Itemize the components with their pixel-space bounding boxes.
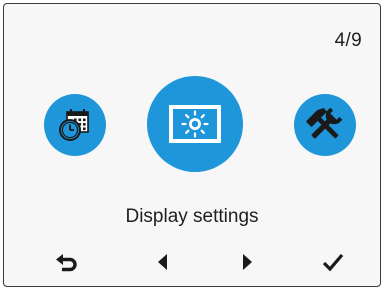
next-triangle-icon xyxy=(243,254,252,270)
clock-calendar-icon xyxy=(59,109,89,141)
selected-menu-label: Display settings xyxy=(125,206,259,227)
next-button[interactable] xyxy=(229,248,265,276)
checkmark-icon xyxy=(322,253,344,272)
menu-item-service[interactable] xyxy=(294,94,356,156)
confirm-button[interactable] xyxy=(315,248,351,276)
display-brightness-icon xyxy=(169,105,221,143)
menu-item-display-settings[interactable] xyxy=(147,76,243,172)
back-button[interactable] xyxy=(49,248,85,276)
device-screen: 4/9 Display settings xyxy=(3,3,381,287)
back-arrow-icon xyxy=(56,254,77,272)
previous-triangle-icon xyxy=(158,254,167,270)
navigation-bar xyxy=(4,248,380,276)
tools-icon xyxy=(305,107,343,139)
page-indicator: 4/9 xyxy=(334,30,362,51)
previous-button[interactable] xyxy=(145,248,181,276)
menu-item-schedule[interactable] xyxy=(44,94,106,156)
